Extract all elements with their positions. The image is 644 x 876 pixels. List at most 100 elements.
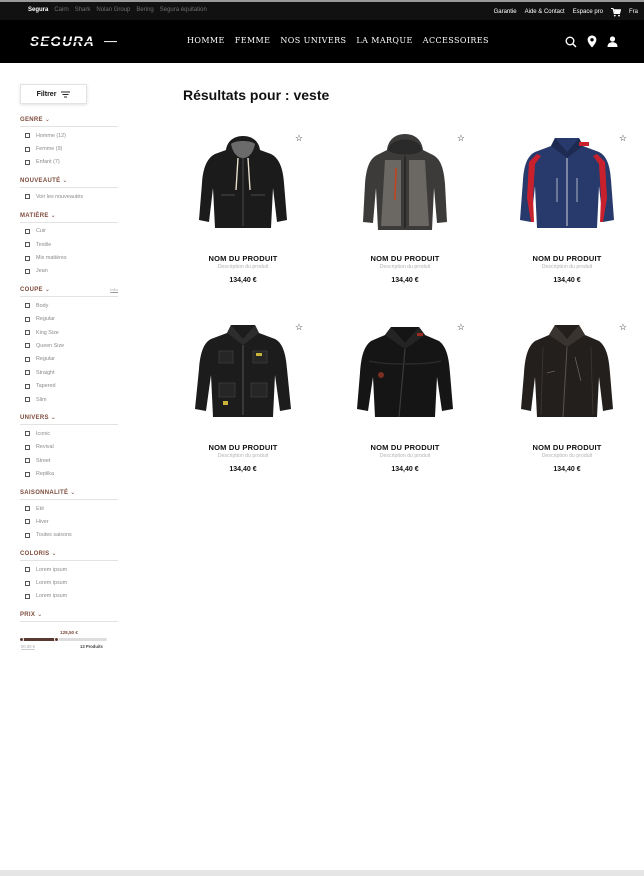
wishlist-star-icon[interactable]: ☆	[295, 323, 303, 332]
filter-group-header[interactable]: GENRE ⌄	[20, 116, 118, 127]
product-name[interactable]: NOM DU PRODUIT	[345, 443, 465, 452]
checkbox[interactable]	[25, 303, 30, 309]
filter-option[interactable]: Lorem ipsum	[20, 563, 120, 576]
product-name[interactable]: NOM DU PRODUIT	[507, 254, 627, 263]
filter-option[interactable]: Regular	[20, 313, 120, 326]
filter-group-header[interactable]: COUPE ⌄ info	[20, 286, 118, 298]
brand-link-shark[interactable]: Shark	[75, 7, 91, 13]
checkbox[interactable]	[25, 316, 30, 322]
price-slider-max-handle[interactable]	[53, 637, 59, 643]
product-name[interactable]: NOM DU PRODUIT	[183, 443, 303, 452]
wishlist-star-icon[interactable]: ☆	[457, 323, 465, 332]
segura-logo[interactable]: SEGURA	[28, 33, 118, 49]
filter-option[interactable]: Iconic	[20, 427, 120, 440]
checkbox[interactable]	[25, 506, 30, 511]
checkbox[interactable]	[25, 194, 30, 200]
filter-option[interactable]: Tapered	[20, 379, 120, 392]
filter-button[interactable]: Filtrer	[20, 84, 87, 104]
checkbox[interactable]	[25, 370, 30, 376]
language-selector[interactable]: Fra	[629, 9, 638, 15]
checkbox[interactable]	[25, 228, 30, 234]
product-image[interactable]	[517, 128, 617, 238]
filter-option[interactable]: Toutes saisons	[20, 529, 120, 542]
filter-option[interactable]: Lorem ipsum	[20, 590, 120, 603]
price-slider-track[interactable]	[19, 637, 107, 643]
price-slider-min-handle[interactable]	[19, 637, 24, 643]
filter-option[interactable]: Homme (12)	[20, 129, 120, 142]
brand-link-segura-equitation[interactable]: Segura équitation	[160, 7, 207, 13]
filter-option[interactable]: Lorem ipsum	[20, 576, 120, 589]
product-card[interactable]: ☆ NOM DU PRODUIT Description du produit 134…	[345, 315, 465, 480]
checkbox[interactable]	[25, 580, 30, 586]
filter-option[interactable]: Enfant (7)	[20, 156, 120, 169]
product-card[interactable]: ☆ NOM DU PRODUIT Description du produit 134…	[507, 126, 627, 291]
nav-item-accessoires[interactable]: ACCESSOIRES	[423, 36, 489, 45]
product-image[interactable]	[355, 128, 455, 238]
price-min-label[interactable]: 00,00 €	[21, 644, 35, 651]
wishlist-star-icon[interactable]: ☆	[295, 134, 303, 143]
checkbox[interactable]	[25, 146, 30, 152]
filter-option[interactable]: Hiver	[20, 515, 120, 528]
product-card[interactable]: ☆ NOM DU PRODUIT Description du produit 134…	[183, 315, 303, 480]
filter-option[interactable]: Queen Size	[20, 339, 120, 352]
filter-option[interactable]: Cuir	[20, 225, 120, 238]
filter-option[interactable]: King Size	[20, 326, 120, 339]
checkbox[interactable]	[25, 159, 30, 165]
wishlist-star-icon[interactable]: ☆	[457, 134, 465, 143]
filter-option[interactable]: Revival	[20, 441, 120, 454]
checkbox[interactable]	[25, 444, 30, 450]
filter-option[interactable]: Straight	[20, 366, 120, 379]
brand-link-segura[interactable]: Segura	[28, 7, 48, 13]
filter-option[interactable]: Eté	[20, 502, 120, 515]
link-espace-pro[interactable]: Espace pro	[573, 9, 603, 15]
checkbox[interactable]	[25, 383, 30, 389]
filter-group-header[interactable]: SAISONNALITÉ ⌄	[20, 489, 118, 500]
search-icon[interactable]	[565, 36, 577, 48]
product-name[interactable]: NOM DU PRODUIT	[345, 254, 465, 263]
checkbox[interactable]	[25, 343, 30, 349]
filter-option[interactable]: Voir les nouveautés	[20, 190, 120, 203]
user-icon[interactable]	[607, 36, 618, 47]
filter-option[interactable]: Street	[20, 454, 120, 467]
filter-group-header[interactable]: NOUVEAUTÉ ⌄	[20, 177, 118, 189]
filter-group-header[interactable]: COLORIS ⌄	[20, 550, 118, 561]
price-range-slider[interactable]: 128,50 € 00,00 € 13 Produits	[19, 630, 118, 660]
product-image[interactable]	[193, 317, 293, 427]
checkbox[interactable]	[25, 268, 30, 274]
link-aide-contact[interactable]: Aide & Contact	[525, 9, 565, 15]
checkbox[interactable]	[25, 255, 30, 261]
checkbox[interactable]	[25, 532, 30, 538]
cart-icon[interactable]	[611, 8, 622, 17]
brand-link-nolan-group[interactable]: Nolan Group	[96, 7, 130, 13]
checkbox[interactable]	[25, 242, 30, 248]
checkbox[interactable]	[25, 397, 30, 403]
wishlist-star-icon[interactable]: ☆	[619, 323, 627, 332]
filter-option[interactable]: Mix matières	[20, 251, 120, 264]
brand-link-cairn[interactable]: Cairn	[54, 7, 68, 13]
nav-item-femme[interactable]: FEMME	[235, 36, 271, 45]
checkbox[interactable]	[25, 330, 30, 336]
filter-option[interactable]: Jean	[20, 265, 120, 278]
checkbox[interactable]	[25, 519, 30, 525]
product-image[interactable]	[355, 317, 455, 427]
filter-group-info-link[interactable]: info	[110, 287, 118, 292]
filter-group-header[interactable]: UNIVERS ⌄	[20, 414, 118, 426]
checkbox[interactable]	[25, 133, 30, 139]
nav-item-la-marque[interactable]: LA MARQUE	[356, 36, 412, 45]
location-pin-icon[interactable]	[587, 35, 597, 48]
checkbox[interactable]	[25, 471, 30, 477]
checkbox[interactable]	[25, 593, 30, 599]
nav-item-nos-univers[interactable]: NOS UNIVERS	[280, 36, 346, 45]
nav-item-homme[interactable]: HOMME	[187, 36, 225, 45]
checkbox[interactable]	[25, 356, 30, 362]
filter-group-header[interactable]: PRIX ⌄	[20, 611, 118, 623]
product-name[interactable]: NOM DU PRODUIT	[183, 254, 303, 263]
product-card[interactable]: ☆ NOM DU PRODUIT Description du produit 134…	[183, 126, 303, 291]
product-image[interactable]	[517, 317, 617, 427]
filter-option[interactable]: Regular	[20, 353, 120, 366]
product-card[interactable]: ☆ NOM DU PRODUIT Description du produit 134…	[507, 315, 627, 480]
product-image[interactable]	[193, 128, 293, 238]
filter-option[interactable]: Body	[20, 299, 120, 312]
checkbox[interactable]	[25, 431, 30, 437]
filter-option[interactable]: Slim	[20, 393, 120, 406]
